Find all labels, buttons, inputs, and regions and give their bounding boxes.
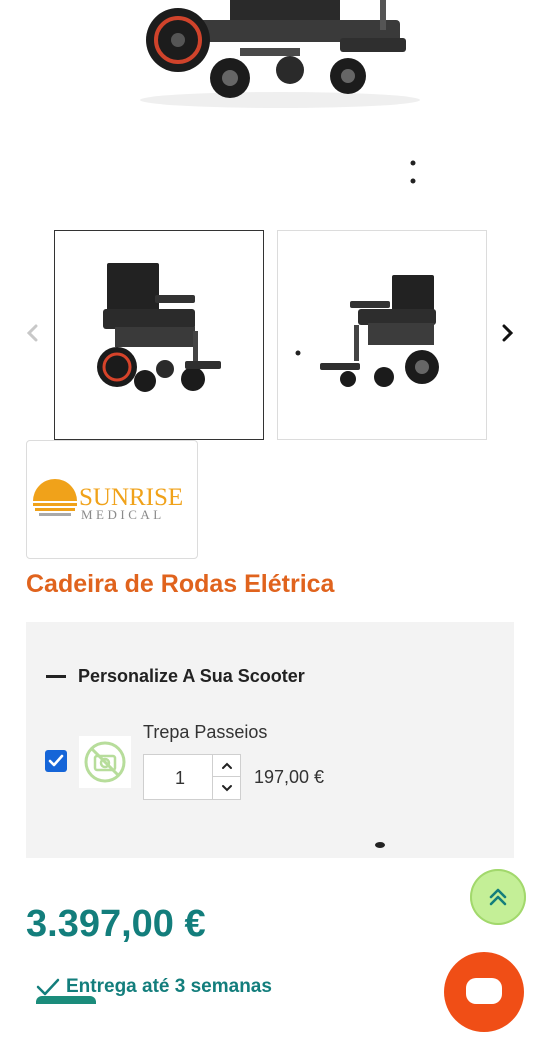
option-name: Trepa Passeios bbox=[143, 722, 268, 742]
quantity-input[interactable] bbox=[144, 755, 216, 801]
option-thumbnail bbox=[79, 736, 131, 788]
chevron-down-icon bbox=[222, 785, 232, 792]
chat-button[interactable] bbox=[444, 952, 524, 1032]
product-title: Cadeira de Rodas Elétrica bbox=[26, 570, 335, 598]
customize-options-panel: Personalize A Sua Scooter Trepa Passeios… bbox=[26, 622, 514, 858]
delivery-text: Entrega até 3 semanas bbox=[66, 976, 272, 997]
gallery-thumb-2[interactable] bbox=[277, 230, 487, 440]
svg-text:MEDICAL: MEDICAL bbox=[81, 507, 165, 522]
options-section-title: Personalize A Sua Scooter bbox=[78, 666, 305, 686]
no-camera-icon bbox=[84, 741, 126, 783]
chevron-right-icon bbox=[502, 324, 514, 342]
product-price: 3.397,00 € bbox=[26, 903, 206, 945]
minus-icon bbox=[46, 675, 66, 678]
sunrise-medical-logo: SUNRISE MEDICAL bbox=[33, 479, 183, 522]
option-price: 197,00 € bbox=[254, 767, 325, 787]
delivery-info: Entrega até 3 semanas bbox=[36, 976, 272, 998]
product-main-image[interactable] bbox=[0, 0, 540, 220]
gallery-thumb-brand[interactable]: SUNRISE MEDICAL bbox=[26, 440, 198, 559]
quantity-increase-button[interactable] bbox=[212, 755, 241, 777]
scroll-to-top-button[interactable] bbox=[470, 869, 526, 925]
options-collapse-toggle[interactable]: Personalize A Sua Scooter bbox=[46, 666, 305, 687]
check-icon bbox=[48, 754, 64, 767]
double-chevron-up-icon bbox=[489, 888, 507, 906]
check-icon bbox=[36, 978, 60, 996]
chat-bubble-icon bbox=[466, 978, 502, 1004]
wheelchair-side-image bbox=[295, 275, 439, 387]
option-checkbox[interactable] bbox=[45, 750, 67, 772]
quantity-decrease-button[interactable] bbox=[212, 777, 241, 799]
wheelchair-front-image bbox=[97, 263, 221, 392]
gallery-prev-button[interactable] bbox=[20, 321, 44, 345]
quantity-stepper[interactable] bbox=[143, 754, 241, 801]
loading-dot bbox=[375, 842, 385, 848]
gallery-thumb-1[interactable] bbox=[54, 230, 264, 440]
gallery-next-button[interactable] bbox=[496, 321, 520, 345]
chevron-left-icon bbox=[26, 324, 38, 342]
chevron-up-icon bbox=[222, 762, 232, 769]
status-tab bbox=[36, 996, 96, 1004]
